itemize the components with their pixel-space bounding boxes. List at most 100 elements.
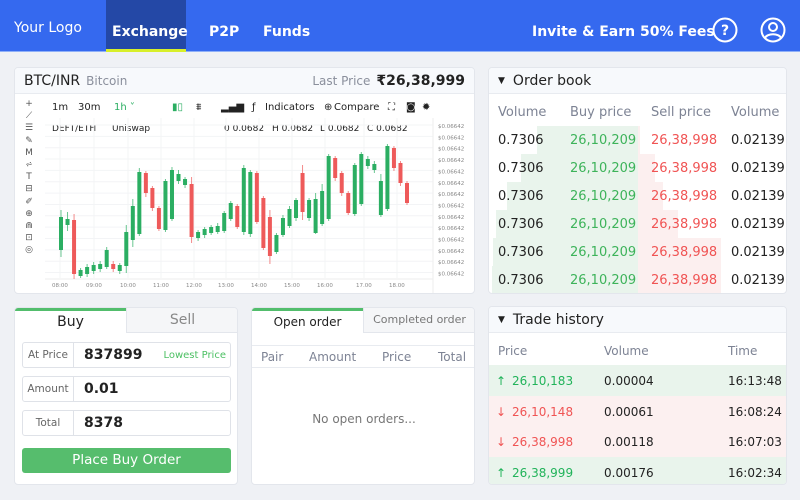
candle-up (209, 227, 214, 233)
price-tick-label: $0.06642 (438, 192, 464, 198)
candle-down (261, 198, 266, 248)
order-book-header[interactable]: ▼ Order book (489, 68, 786, 94)
tab-buy[interactable]: Buy (15, 308, 126, 333)
orders-panel: Open order Completed order Pair Amount P… (251, 307, 475, 485)
tab-sell[interactable]: Sell (126, 308, 237, 333)
candle-up (280, 218, 285, 235)
candle-up (307, 200, 312, 218)
candle-up (294, 200, 299, 218)
candle-up (378, 181, 383, 215)
orders-columns: Pair Amount Price Total (252, 345, 474, 368)
chart-panel: BTC/INR Bitcoin Last Price ₹26,38,999 + ⟋… (14, 67, 475, 294)
trade-row: ↑ 26,10,183 0.00004 16:13:48 (489, 365, 786, 396)
candle-down (405, 183, 409, 203)
time-tick-label: 11:00 (153, 283, 169, 289)
order-book-title: Order book (512, 72, 592, 89)
col-price: Price (498, 344, 528, 358)
nav-tab-p2p[interactable]: P2P (209, 0, 239, 52)
sell-volume: 0.02139 (731, 217, 785, 232)
time-tick-label: 14:00 (251, 283, 267, 289)
candle-down (267, 217, 272, 256)
trade-volume: 0.00176 (604, 465, 654, 480)
col-amount: Amount (309, 350, 357, 364)
sell-volume: 0.02139 (731, 161, 785, 176)
buy-volume: 0.7306 (498, 217, 544, 232)
price-tick-label: $0.06642 (438, 215, 464, 221)
arrow-down-icon: ↓ (496, 404, 507, 419)
candle-down (189, 184, 194, 237)
user-avatar-icon[interactable] (760, 17, 786, 43)
order-book-row[interactable]: 0.7306 26,10,209 26,38,998 0.02139 (489, 238, 786, 266)
price-tick-label: $0.06642 (438, 226, 464, 232)
price-tick-label: $0.06642 (438, 272, 464, 278)
caret-down-icon: ▼ (498, 314, 505, 325)
candle-up (385, 146, 390, 209)
candle-up (91, 265, 96, 271)
buy-volume: 0.7306 (498, 245, 544, 260)
trade-row: ↑ 26,38,999 0.00176 16:02:34 (489, 456, 786, 484)
order-book-row[interactable]: 0.7306 26,10,209 26,38,998 0.02139 (489, 154, 786, 182)
time-tick-label: 17.00 (356, 283, 372, 289)
sell-price: 26,38,998 (651, 161, 718, 176)
trade-volume: 0.00118 (604, 435, 654, 449)
sell-price: 26,38,998 (651, 133, 718, 148)
sell-price: 26,38,998 (651, 245, 718, 260)
candle-up (320, 191, 325, 224)
trade-history-panel: ▼ Trade history Price Volume Time ↑ 26,10… (488, 306, 787, 485)
price-tick-label: $0.06642 (438, 238, 464, 244)
buy-price: 26,10,209 (570, 217, 637, 232)
candle-down (150, 188, 155, 208)
order-book-row[interactable]: 0.7306 26,10,209 26,38,998 0.02139 (489, 182, 786, 210)
help-icon[interactable]: ? (712, 17, 738, 43)
buy-volume: 0.7306 (498, 161, 544, 176)
time-tick-label: 12:00 (186, 283, 202, 289)
col-sell-volume: Volume (731, 105, 780, 120)
candle-up (228, 203, 233, 219)
trade-time: 16:13:48 (728, 374, 782, 388)
order-book-row[interactable]: 0.7306 26,10,209 26,38,998 0.02139 (489, 126, 786, 154)
order-book-row[interactable]: 0.7306 26,10,209 26,38,998 0.02139 (489, 266, 786, 293)
candle-up (313, 199, 318, 233)
logo[interactable]: Your Logo (14, 20, 82, 36)
amount-field[interactable]: Amount 0.01 (22, 376, 231, 402)
candle-up (241, 168, 246, 232)
candle-up (248, 172, 253, 234)
nav-tab-exchange[interactable]: Exchange (106, 0, 188, 52)
candlestick-chart[interactable]: $0.06642 $0.06642 $0.06642 $0.06642 $0.06642… (15, 68, 475, 294)
time-tick-label: 13:00 (218, 283, 234, 289)
buy-price: 26,10,209 (570, 161, 637, 176)
candle-down (111, 264, 116, 269)
nav-tab-funds[interactable]: Funds (263, 0, 310, 52)
sell-volume: 0.02139 (731, 133, 785, 148)
candle-up (202, 229, 207, 235)
col-volume: Volume (604, 344, 649, 358)
at-price-field[interactable]: At Price 837899 Lowest Price (22, 342, 231, 368)
place-buy-order-button[interactable]: Place Buy Order (22, 448, 231, 473)
candle-up (59, 217, 63, 250)
candle-up (352, 165, 357, 214)
col-total: Total (438, 350, 467, 364)
trade-history-title: Trade history (512, 311, 604, 328)
tab-completed-order[interactable]: Completed order (363, 308, 474, 333)
buy-price: 26,10,209 (570, 189, 637, 204)
price-tick-label: $0.06642 (438, 260, 464, 266)
amount-value: 0.01 (84, 381, 119, 397)
time-tick-label: 10:00 (120, 283, 136, 289)
order-book-columns: Volume Buy price Sell price Volume (489, 98, 786, 126)
lowest-price-link[interactable]: Lowest Price (163, 350, 226, 361)
candle-down (339, 173, 344, 193)
trade-history-columns: Price Volume Time (489, 335, 786, 366)
col-time: Time (728, 344, 758, 358)
total-field[interactable]: Total 8378 (22, 410, 231, 436)
price-tick-label: $0.06642 (438, 147, 464, 153)
candle-up (85, 267, 90, 274)
trade-history-header[interactable]: ▼ Trade history (489, 307, 786, 333)
candle-down (254, 173, 259, 222)
candle-up (137, 172, 142, 234)
candle-down (398, 163, 403, 183)
trade-row: ↓ 26,10,148 0.00061 16:08:24 (489, 395, 786, 427)
trade-volume: 0.00061 (604, 404, 654, 419)
order-book-row[interactable]: 0.7306 26,10,209 26,38,998 0.02139 (489, 210, 786, 238)
invite-link[interactable]: Invite & Earn 50% Fees (532, 24, 715, 40)
tab-open-order[interactable]: Open order (252, 308, 363, 333)
